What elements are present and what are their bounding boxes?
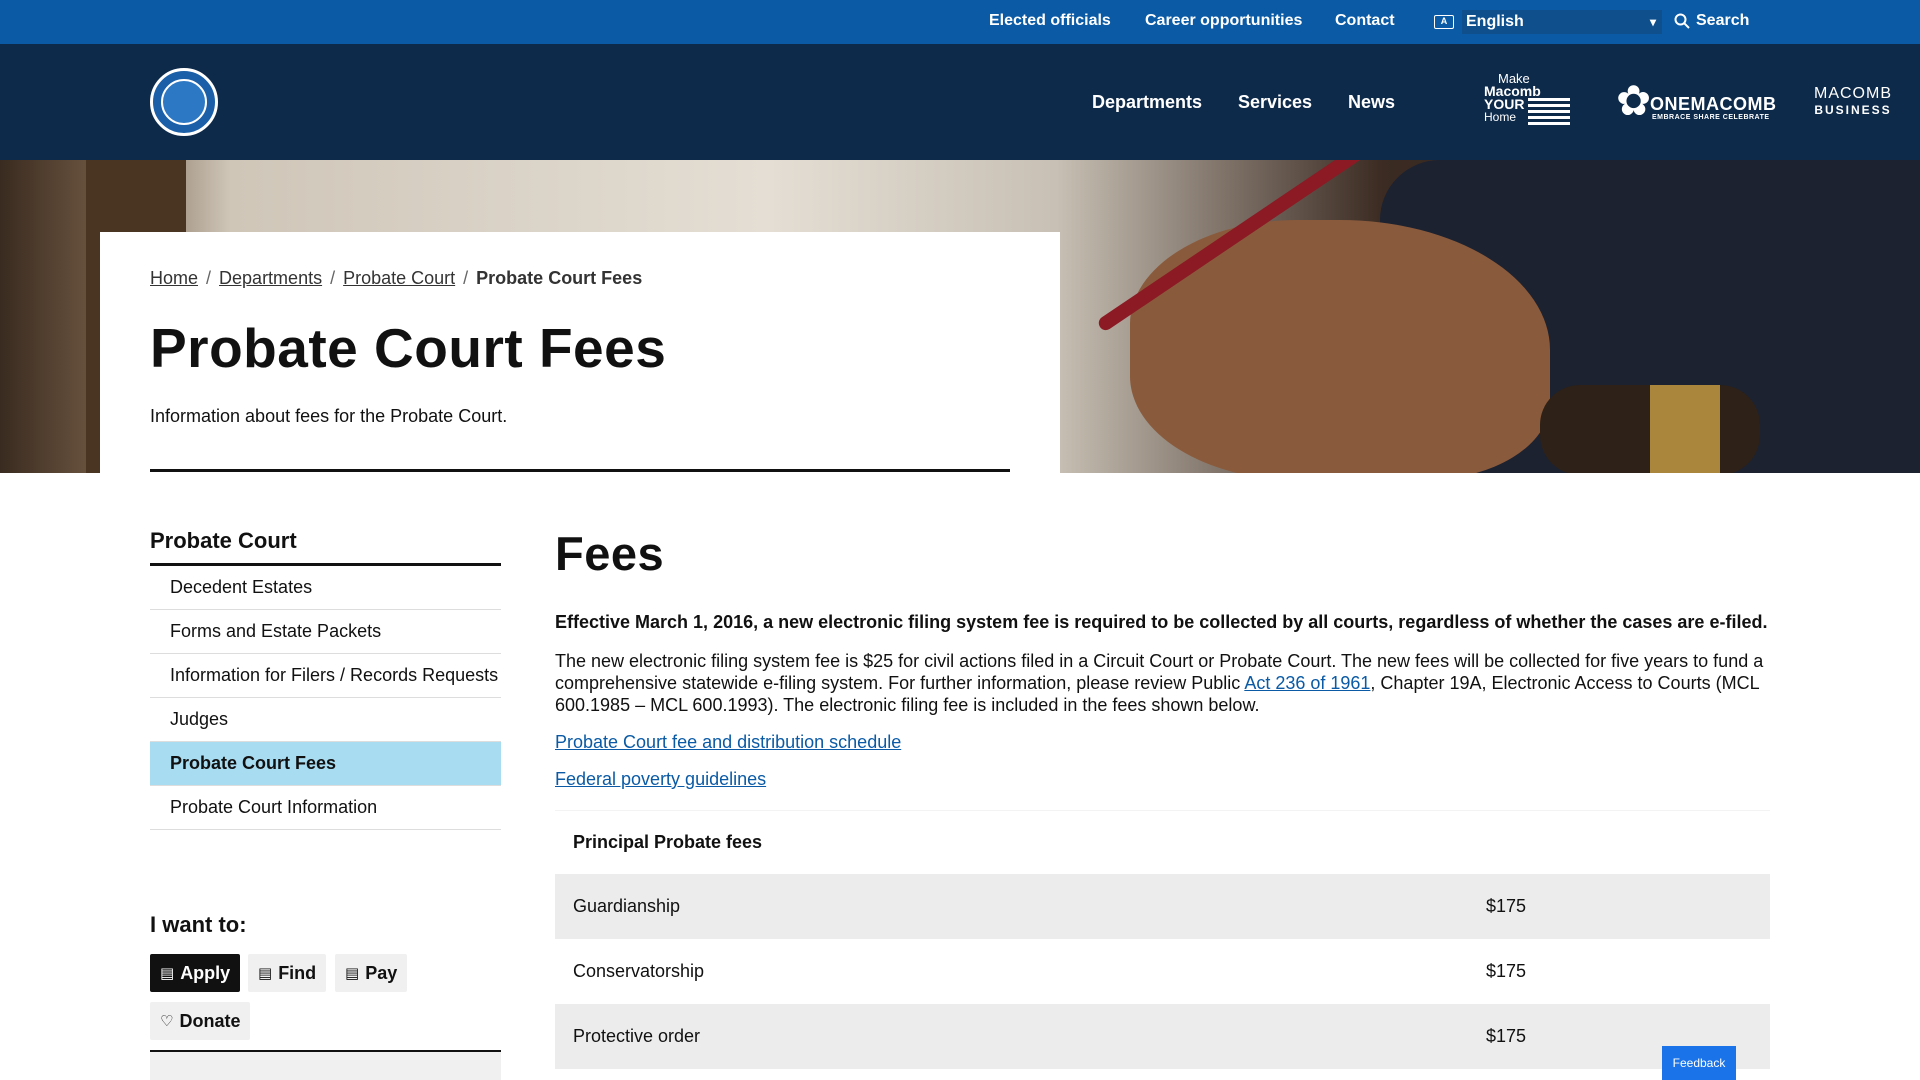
language-picker: A English ▾ — [1434, 9, 1662, 35]
breadcrumb-separator: / — [330, 268, 336, 288]
onemacomb-tagline: EMBRACE SHARE CELEBRATE — [1652, 114, 1770, 121]
clipboard-icon: ▤ — [160, 965, 175, 982]
search-icon — [1674, 13, 1690, 29]
breadcrumb-separator: / — [206, 268, 212, 288]
county-seal-logo[interactable] — [150, 68, 218, 136]
fee-schedule-link[interactable]: Probate Court fee and distribution sched… — [555, 732, 901, 753]
invoice-dollar-icon: ▤ — [345, 965, 360, 982]
sidebar-heading[interactable]: Probate Court — [150, 528, 297, 554]
find-button[interactable]: ▤ Find — [248, 954, 327, 992]
fee-amount-cell: $175 — [1486, 896, 1527, 916]
contact-link[interactable]: Contact — [1335, 12, 1395, 30]
sidebar-item-probate-court-information[interactable]: Probate Court Information — [150, 786, 501, 830]
sidebar-item-forms-and-estate-packets[interactable]: Forms and Estate Packets — [150, 610, 501, 654]
fee-amount-cell: $175 — [1486, 961, 1527, 981]
elected-officials-link[interactable]: Elected officials — [989, 12, 1111, 30]
onemacomb-text: ONEMACOMB — [1650, 94, 1777, 114]
sidebar-bottom-panel — [150, 1052, 501, 1080]
sidebar-item-information-for-filers[interactable]: Information for Filers / Records Request… — [150, 654, 501, 698]
onemacomb-logo[interactable]: ✿ ONEMACOMB EMBRACE SHARE CELEBRATE — [1616, 77, 1777, 128]
macomb-business-line1: MACOMB — [1814, 85, 1892, 102]
fees-heading: Fees — [555, 527, 665, 580]
career-opportunities-link[interactable]: Career opportunities — [1145, 12, 1302, 30]
macomb-business-logo[interactable]: MACOMB BUSINESS — [1814, 86, 1892, 118]
document-search-icon: ▤ — [258, 965, 273, 982]
breadcrumb: Home / Departments / Probate Court / Pro… — [150, 268, 642, 289]
donate-button[interactable]: ♡ Donate — [150, 1002, 251, 1040]
breadcrumb-home[interactable]: Home — [150, 268, 198, 289]
language-selected: English — [1466, 13, 1524, 30]
fee-name-cell: Guardianship — [573, 896, 681, 916]
sidebar-item-decedent-estates[interactable]: Decedent Estates — [150, 566, 501, 610]
flag-icon — [1528, 98, 1570, 126]
apply-button[interactable]: ▤ Apply — [150, 954, 241, 992]
breadcrumb-separator: / — [463, 268, 469, 288]
search-button[interactable]: Search — [1674, 12, 1749, 30]
search-label: Search — [1696, 12, 1750, 29]
pay-label: Pay — [365, 962, 398, 983]
make-macomb-your-home-logo[interactable]: Make Macomb YOUR Home — [1484, 72, 1574, 132]
i-want-to-heading: I want to: — [150, 912, 247, 937]
chevron-down-icon: ▾ — [1649, 15, 1656, 29]
act-236-link[interactable]: Act 236 of 1961 — [1244, 673, 1370, 693]
poverty-guidelines-link[interactable]: Federal poverty guidelines — [555, 769, 766, 790]
pay-button[interactable]: ▤ Pay — [335, 954, 408, 992]
fee-table-heading: Principal Probate fees — [555, 810, 1770, 874]
table-row: Conservatorship $175 — [555, 939, 1770, 1004]
nav-news[interactable]: News — [1348, 92, 1395, 113]
table-row: Guardianship $175 — [555, 874, 1770, 939]
fee-name-cell: Conservatorship — [573, 961, 705, 981]
seal-emblem-icon — [161, 79, 207, 125]
macomb-business-line2: BUSINESS — [1814, 103, 1892, 117]
lead-paragraph: Effective March 1, 2016, a new electroni… — [555, 612, 1768, 632]
translate-icon: A — [1434, 15, 1454, 29]
fee-amount-cell: $175 — [1486, 1026, 1527, 1046]
nav-services[interactable]: Services — [1238, 92, 1312, 113]
title-divider — [150, 469, 1010, 472]
apply-label: Apply — [180, 962, 231, 983]
tree-icon: ✿ — [1616, 77, 1652, 124]
sidebar-item-judges[interactable]: Judges — [150, 698, 501, 742]
donate-label: Donate — [179, 1010, 241, 1031]
utility-bar: Elected officials Career opportunities C… — [0, 0, 1920, 44]
hero-gavel-band — [1650, 385, 1720, 473]
page-description: Information about fees for the Probate C… — [150, 406, 508, 426]
find-label: Find — [278, 962, 317, 983]
main-header: Departments Services News Make Macomb YO… — [0, 44, 1920, 160]
nav-departments[interactable]: Departments — [1092, 92, 1202, 113]
page-title: Probate Court Fees — [150, 317, 667, 379]
fee-table: Principal Probate fees Guardianship $175… — [555, 810, 1770, 1069]
sidebar-item-probate-court-fees[interactable]: Probate Court Fees — [150, 742, 501, 786]
hand-heart-icon: ♡ — [160, 1013, 174, 1030]
sidebar-nav: Decedent Estates Forms and Estate Packet… — [150, 566, 501, 830]
fee-name-cell: Protective order — [573, 1026, 701, 1046]
table-row: Protective order $175 — [555, 1004, 1770, 1069]
breadcrumb-departments[interactable]: Departments — [219, 268, 322, 289]
language-select[interactable]: English ▾ — [1462, 10, 1662, 34]
body-paragraph: The new electronic filing system fee is … — [555, 650, 1775, 716]
breadcrumb-probate-court[interactable]: Probate Court — [343, 268, 455, 289]
breadcrumb-current: Probate Court Fees — [476, 268, 643, 288]
feedback-button[interactable]: Feedback — [1662, 1046, 1736, 1080]
